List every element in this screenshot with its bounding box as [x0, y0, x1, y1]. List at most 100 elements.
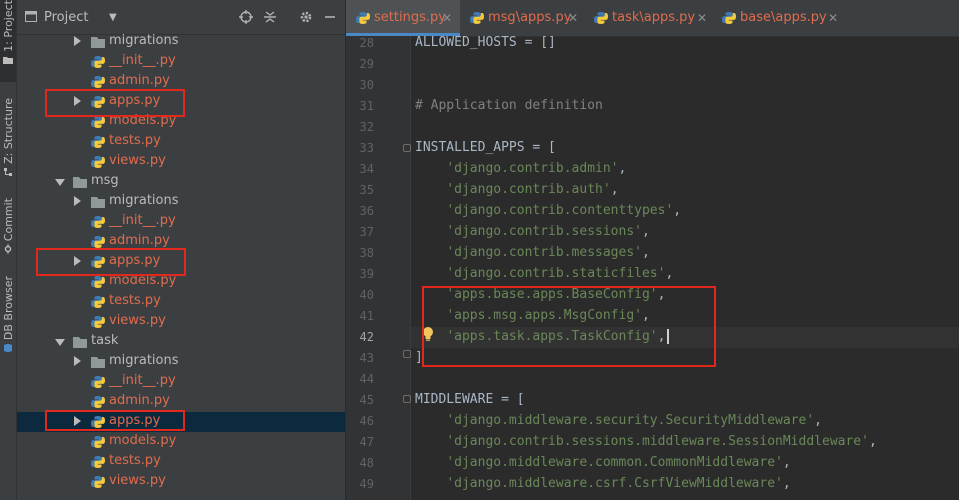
line-number: 35	[359, 183, 374, 197]
locate-target-icon[interactable]	[239, 10, 253, 24]
tool-tab-structure[interactable]: Z: Structure	[0, 98, 16, 178]
tree-file[interactable]: tests.py	[17, 292, 345, 312]
hide-panel-icon[interactable]	[323, 10, 337, 24]
line-number: 47	[359, 435, 374, 449]
code-line[interactable]: 'django.contrib.messages',	[415, 245, 650, 260]
fold-marker-icon[interactable]	[403, 144, 411, 152]
tree-item-label: admin.py	[109, 73, 170, 88]
tree-file[interactable]: admin.py	[17, 232, 345, 252]
code-line[interactable]: 'django.middleware.csrf.CsrfViewMiddlewa…	[415, 476, 790, 491]
tree-folder-task[interactable]: task	[17, 332, 345, 352]
tree-file[interactable]: models.py	[17, 432, 345, 452]
tree-item-label: apps.py	[109, 253, 161, 268]
tree-file[interactable]: models.py	[17, 272, 345, 292]
tree-folder-migrations[interactable]: migrations	[17, 32, 345, 52]
tool-tab-project[interactable]: 1: Project	[0, 0, 16, 82]
gear-icon[interactable]	[299, 10, 313, 24]
code-line[interactable]: 'django.contrib.sessions',	[415, 224, 650, 239]
chevron-right-icon[interactable]	[74, 256, 81, 266]
code-token: ,	[641, 224, 650, 239]
code-line[interactable]: MIDDLEWARE = [	[415, 392, 525, 407]
fold-marker-icon[interactable]	[403, 350, 411, 358]
code-line[interactable]: 'django.contrib.staticfiles',	[415, 266, 673, 281]
chevron-down-icon[interactable]	[55, 339, 65, 346]
tab-task-apps-py[interactable]: task\apps.py ✕	[584, 0, 712, 36]
close-icon[interactable]: ✕	[568, 11, 578, 25]
tree-file-apps-selected[interactable]: apps.py	[17, 412, 345, 432]
code-token: ,	[618, 161, 627, 176]
code-token: INSTALLED_APPS = [	[415, 140, 556, 155]
python-file-icon	[91, 456, 105, 468]
line-number: 39	[359, 267, 374, 281]
tree-item-label: apps.py	[109, 93, 161, 108]
tree-file[interactable]: __init__.py	[17, 52, 345, 72]
code-token: ,	[814, 413, 822, 428]
tree-file[interactable]: tests.py	[17, 132, 345, 152]
tool-tab-db-browser-label: DB Browser	[1, 276, 15, 341]
tree-file[interactable]: models.py	[17, 112, 345, 132]
chevron-right-icon[interactable]	[74, 36, 81, 46]
python-file-icon	[91, 116, 105, 128]
code-token: ,	[673, 203, 682, 218]
code-line[interactable]: 'django.contrib.contenttypes',	[415, 203, 681, 218]
code-line[interactable]: 'django.middleware.security.SecurityMidd…	[415, 413, 822, 428]
tree-file[interactable]: __init__.py	[17, 372, 345, 392]
chevron-right-icon[interactable]	[74, 196, 81, 206]
code-line[interactable]: 'django.middleware.common.CommonMiddlewa…	[415, 455, 790, 470]
project-panel-title[interactable]: Project	[44, 10, 88, 25]
python-file-icon	[91, 276, 105, 288]
code-line[interactable]: ]	[415, 350, 423, 365]
tab-settings-py[interactable]: settings.py ✕	[346, 0, 460, 36]
tab-label: task\apps.py	[612, 10, 696, 25]
code-line[interactable]: 'apps.msg.apps.MsgConfig',	[415, 308, 650, 323]
line-number: 31	[359, 99, 374, 113]
code-line[interactable]: 'django.contrib.auth',	[415, 182, 618, 197]
tree-file[interactable]: views.py	[17, 472, 345, 492]
line-number: 43	[359, 351, 374, 365]
tree-folder-migrations[interactable]: migrations	[17, 192, 345, 212]
string-literal: 'apps.base.apps.BaseConfig'	[446, 287, 658, 302]
tool-tab-commit[interactable]: Commit	[0, 198, 16, 256]
close-icon[interactable]: ✕	[828, 11, 838, 25]
tab-base-apps-py[interactable]: base\apps.py ✕	[712, 0, 842, 36]
chevron-right-icon[interactable]	[74, 416, 81, 426]
folder-icon	[91, 197, 105, 208]
chevron-down-icon[interactable]	[55, 179, 65, 186]
tree-file-apps[interactable]: apps.py	[17, 252, 345, 272]
collapse-all-icon[interactable]	[263, 10, 277, 24]
code-line[interactable]: 'apps.task.apps.TaskConfig',	[415, 329, 670, 344]
tree-file[interactable]: admin.py	[17, 72, 345, 92]
code-line[interactable]: ALLOWED_HOSTS = []	[415, 35, 556, 50]
code-line[interactable]: INSTALLED_APPS = [	[415, 140, 556, 155]
code-line[interactable]: # Application definition	[415, 98, 603, 113]
tree-file[interactable]: views.py	[17, 312, 345, 332]
tree-item-label: migrations	[109, 33, 179, 48]
tree-file[interactable]: admin.py	[17, 392, 345, 412]
close-icon[interactable]: ✕	[697, 11, 707, 25]
tree-file-apps[interactable]: apps.py	[17, 92, 345, 112]
code-line[interactable]: 'django.contrib.sessions.middleware.Sess…	[415, 434, 876, 449]
code-line[interactable]: 'django.contrib.admin',	[415, 161, 626, 176]
chevron-down-icon[interactable]: ▼	[109, 12, 117, 23]
chevron-right-icon[interactable]	[74, 96, 81, 106]
tree-file[interactable]: __init__.py	[17, 212, 345, 232]
folder-icon	[91, 357, 105, 368]
python-file-icon	[470, 12, 484, 24]
tab-label: base\apps.py	[740, 10, 827, 25]
tree-folder-migrations[interactable]: migrations	[17, 352, 345, 372]
tool-tab-db-browser[interactable]: DB Browser	[0, 276, 16, 356]
chevron-right-icon[interactable]	[74, 356, 81, 366]
tool-tab-project-label: 1: Project	[1, 0, 15, 52]
folder-icon	[3, 56, 13, 64]
tab-msg-apps-py[interactable]: msg\apps.py ✕	[460, 0, 584, 36]
close-icon[interactable]: ✕	[442, 11, 452, 25]
tree-folder-msg[interactable]: msg	[17, 172, 345, 192]
tree-file[interactable]: tests.py	[17, 452, 345, 472]
tree-file[interactable]: views.py	[17, 152, 345, 172]
fold-marker-icon[interactable]	[403, 395, 411, 403]
code-line[interactable]: 'apps.base.apps.BaseConfig',	[415, 287, 665, 302]
